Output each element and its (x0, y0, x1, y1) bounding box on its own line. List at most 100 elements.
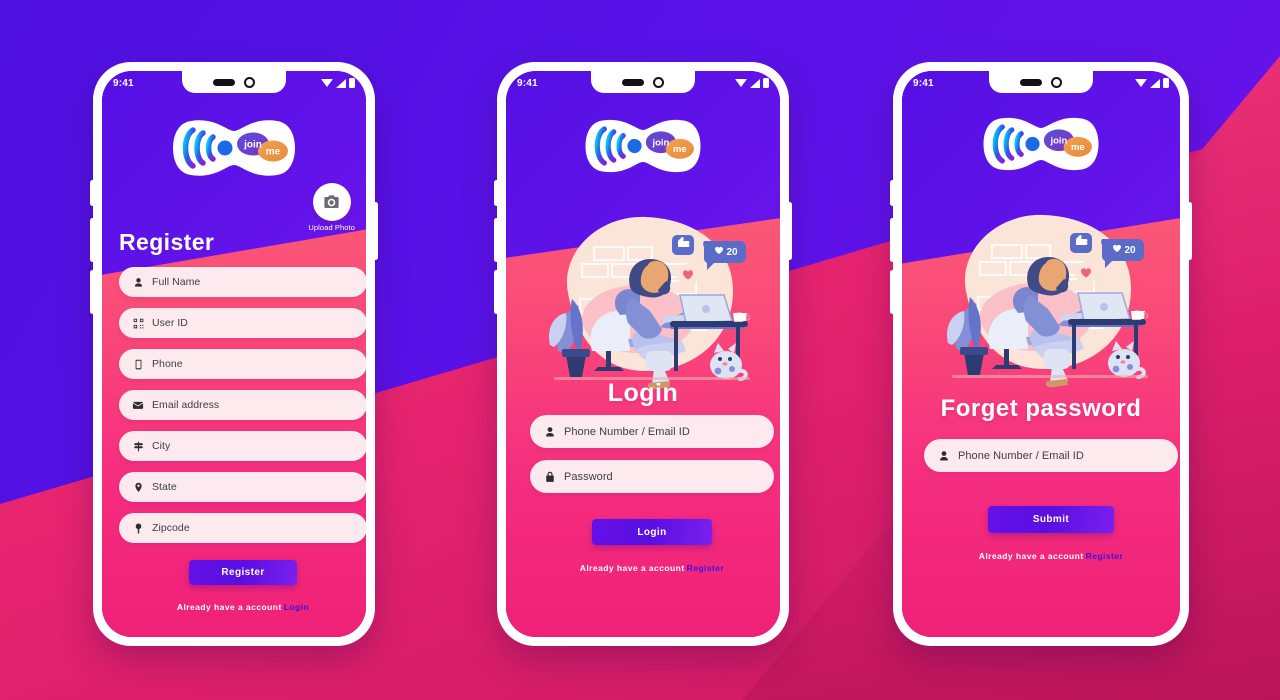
field-label: Zipcode (152, 522, 190, 534)
register-link[interactable]: Register (687, 563, 725, 573)
thumbs-up-badge (672, 235, 694, 255)
status-bar-time: 9:41 (913, 77, 934, 89)
status-bar-icons (321, 78, 355, 88)
field-label: Password (564, 470, 613, 483)
field-phone-or-email[interactable]: Phone Number / Email ID (530, 415, 774, 448)
heart-badge (1075, 262, 1097, 284)
field-label: State (152, 481, 177, 493)
front-camera-icon (653, 76, 664, 88)
phone-side-button (1187, 202, 1192, 260)
battery-icon (763, 78, 769, 88)
footer-text: Already have a account (978, 551, 1084, 561)
heart-badge (677, 264, 699, 286)
field-label: Phone Number / Email ID (958, 449, 1084, 462)
signal-icon (336, 78, 346, 88)
phone-notch (182, 71, 286, 93)
screen-forget-password: 9:41 join me 20 Forget password Phone Nu… (902, 71, 1180, 637)
phone-side-button (494, 180, 499, 206)
footer-text: Already have a account (579, 563, 685, 573)
login-form: Phone Number / Email ID Password Login A… (530, 415, 774, 573)
phone-side-button (494, 270, 499, 314)
join-me-logo: join me (169, 113, 299, 183)
phone-side-button (90, 180, 95, 206)
wifi-icon (321, 79, 333, 87)
heart-count-value: 20 (726, 247, 738, 258)
field-email-address[interactable]: Email address (119, 390, 366, 420)
phone-side-button (90, 270, 95, 314)
field-label: Email address (152, 399, 220, 411)
screen-register: 9:41 join me Register Upload Photo Full … (102, 71, 366, 637)
page-title: Forget password (940, 395, 1142, 422)
mobile-icon (132, 358, 144, 370)
field-phone-or-email[interactable]: Phone Number / Email ID (924, 439, 1178, 472)
forget-password-footer: Already have a account Register (979, 551, 1123, 561)
person-icon (938, 450, 950, 462)
phone-mockup-register: 9:41 join me Register Upload Photo Full … (90, 62, 378, 646)
battery-icon (349, 78, 355, 88)
phone-mockup-login: 9:41 join me 20 Login Phone Number / Ema… (494, 62, 792, 646)
logo-bubble-join: join (652, 137, 670, 148)
logo-bubble-me: me (673, 143, 687, 154)
field-label: Phone Number / Email ID (564, 425, 690, 438)
login-link[interactable]: Login (284, 602, 309, 612)
field-password[interactable]: Password (530, 460, 774, 493)
logo-bubble-me: me (1071, 141, 1085, 152)
upload-photo-label: Upload Photo (308, 223, 355, 232)
phone-side-button (890, 270, 895, 314)
wifi-icon (1135, 79, 1147, 87)
field-city[interactable]: City (119, 431, 366, 461)
phone-side-button (373, 202, 378, 260)
status-bar-time: 9:41 (113, 77, 134, 89)
signal-icon (750, 78, 760, 88)
front-camera-icon (1051, 76, 1062, 88)
register-footer: Already have a account Login (177, 602, 309, 612)
field-state[interactable]: State (119, 472, 366, 502)
field-label: Full Name (152, 276, 201, 288)
field-label: User ID (152, 317, 188, 329)
upload-photo-button[interactable]: Upload Photo (308, 183, 355, 232)
field-label: Phone (152, 358, 183, 370)
signal-icon (1150, 78, 1160, 88)
register-link[interactable]: Register (1086, 551, 1124, 561)
earpiece-speaker (1020, 78, 1042, 86)
location-pin-icon (132, 522, 144, 534)
earpiece-speaker (622, 78, 644, 86)
logo-bubble-me: me (266, 147, 281, 158)
register-form: Full Name User ID Phone Email address Ci… (119, 267, 366, 612)
phone-mockup-forget-password: 9:41 join me 20 Forget password Phone Nu… (890, 62, 1192, 646)
field-user-id[interactable]: User ID (119, 308, 366, 338)
footer-text: Already have a account (176, 602, 282, 612)
join-me-logo: join me (581, 113, 705, 179)
page-title: Login (607, 379, 679, 407)
envelope-icon (132, 399, 144, 411)
status-bar-time: 9:41 (517, 77, 538, 89)
join-me-logo: join me (979, 111, 1103, 177)
phone-notch (591, 71, 695, 93)
phone-side-button (787, 202, 792, 260)
login-footer: Already have a account Register (580, 563, 724, 573)
phone-side-button (890, 180, 895, 206)
person-working-on-laptop-illustration: 20 (520, 201, 766, 391)
front-camera-icon (244, 76, 255, 88)
person-icon (132, 276, 144, 288)
phone-side-button (890, 218, 895, 262)
logo-bubble-join: join (243, 140, 262, 151)
status-bar-icons (1135, 78, 1169, 88)
field-zipcode[interactable]: Zipcode (119, 513, 366, 543)
thumbs-up-badge (1070, 233, 1092, 253)
signpost-icon (132, 440, 144, 452)
field-full-name[interactable]: Full Name (119, 267, 366, 297)
forget-password-form: Phone Number / Email ID Submit Already h… (924, 439, 1178, 561)
login-button[interactable]: Login (592, 519, 712, 545)
camera-icon (312, 183, 351, 221)
field-phone[interactable]: Phone (119, 349, 366, 379)
wifi-icon (735, 79, 747, 87)
field-label: City (152, 440, 171, 452)
qr-code-icon (132, 317, 144, 329)
page-title: Register (119, 229, 215, 255)
register-header: Register Upload Photo (119, 183, 366, 255)
register-button[interactable]: Register (189, 560, 297, 585)
heart-count-value: 20 (1124, 245, 1136, 256)
submit-button[interactable]: Submit (988, 506, 1114, 533)
earpiece-speaker (213, 78, 235, 86)
